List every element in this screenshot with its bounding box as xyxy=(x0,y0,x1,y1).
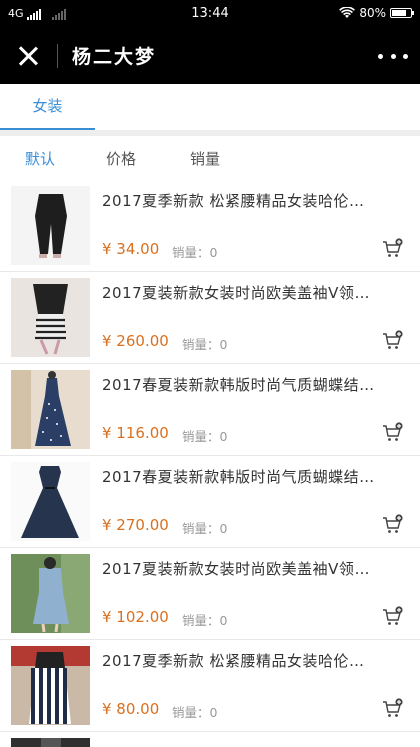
product-image xyxy=(11,738,90,747)
product-item-partial[interactable] xyxy=(0,732,420,747)
sort-tab-sales[interactable]: 销量 xyxy=(190,148,220,169)
product-image xyxy=(11,554,90,633)
product-title[interactable]: 2017春夏装新款韩版时尚气质蝴蝶结… xyxy=(102,466,378,487)
product-price: ¥ 270.00 xyxy=(102,516,169,534)
product-image xyxy=(11,278,90,357)
product-image xyxy=(11,646,90,725)
wifi-icon xyxy=(339,7,356,18)
product-image xyxy=(11,370,90,449)
product-image xyxy=(11,186,90,265)
product-title[interactable]: 2017夏季新款 松紧腰精品女装哈伦裤… xyxy=(102,190,378,211)
product-sales: 销量：0 xyxy=(182,429,228,444)
sort-tab-price[interactable]: 价格 xyxy=(106,148,136,169)
product-sales: 销量：0 xyxy=(172,705,218,720)
product-item[interactable]: 2017夏季新款 松紧腰精品女装哈伦裤… ¥ 80.00 销量：0 xyxy=(0,640,420,732)
status-right: 80% xyxy=(339,6,414,20)
add-to-cart-icon[interactable] xyxy=(382,606,404,628)
product-sales: 销量：0 xyxy=(182,613,228,628)
add-to-cart-icon[interactable] xyxy=(382,422,404,444)
title-bar: 杨二大梦 xyxy=(0,28,420,84)
product-item[interactable]: 2017夏装新款女装时尚欧美盖袖V领露… ¥ 102.00 销量：0 xyxy=(0,548,420,640)
product-title[interactable]: 2017夏季新款 松紧腰精品女装哈伦裤… xyxy=(102,650,378,671)
page-title: 杨二大梦 xyxy=(72,46,157,68)
product-price: ¥ 102.00 xyxy=(102,608,169,626)
product-item[interactable]: 2017夏装新款女装时尚欧美盖袖V领露… ¥ 260.00 销量：0 xyxy=(0,272,420,364)
add-to-cart-icon[interactable] xyxy=(382,330,404,352)
product-item[interactable]: 2017春夏装新款韩版时尚气质蝴蝶结… ¥ 270.00 销量：0 xyxy=(0,456,420,548)
product-sales: 销量：0 xyxy=(172,245,218,260)
product-title[interactable]: 2017夏装新款女装时尚欧美盖袖V领露… xyxy=(102,558,378,579)
product-image xyxy=(11,462,90,541)
product-sales: 销量：0 xyxy=(182,521,228,536)
product-title[interactable]: 2017夏装新款女装时尚欧美盖袖V领露… xyxy=(102,282,378,303)
product-price: ¥ 116.00 xyxy=(102,424,169,442)
product-price: ¥ 260.00 xyxy=(102,332,169,350)
add-to-cart-icon[interactable] xyxy=(382,238,404,260)
battery-percent: 80% xyxy=(359,6,386,20)
product-item[interactable]: 2017春夏装新款韩版时尚气质蝴蝶结… ¥ 116.00 销量：0 xyxy=(0,364,420,456)
status-bar: 4G 13:44 80% xyxy=(0,0,420,28)
product-price: ¥ 34.00 xyxy=(102,240,160,258)
tab-category-women[interactable]: 女装 xyxy=(0,84,95,130)
product-price: ¥ 80.00 xyxy=(102,700,160,718)
product-item[interactable]: 2017夏季新款 松紧腰精品女装哈伦裤… ¥ 34.00 销量：0 xyxy=(0,180,420,272)
product-list: 2017夏季新款 松紧腰精品女装哈伦裤… ¥ 34.00 销量：0 2017夏装… xyxy=(0,180,420,747)
sort-tab-default[interactable]: 默认 xyxy=(25,148,55,169)
close-icon[interactable] xyxy=(14,42,42,70)
product-title[interactable]: 2017春夏装新款韩版时尚气质蝴蝶结… xyxy=(102,374,378,395)
title-divider xyxy=(57,44,58,68)
battery-icon xyxy=(390,8,414,18)
add-to-cart-icon[interactable] xyxy=(382,514,404,536)
add-to-cart-icon[interactable] xyxy=(382,698,404,720)
sort-tabs: 默认 价格 销量 xyxy=(0,136,420,180)
battery-level xyxy=(392,10,407,16)
product-sales: 销量：0 xyxy=(182,337,228,352)
category-tabs: 女装 xyxy=(0,84,420,130)
more-menu-icon[interactable] xyxy=(378,46,408,66)
